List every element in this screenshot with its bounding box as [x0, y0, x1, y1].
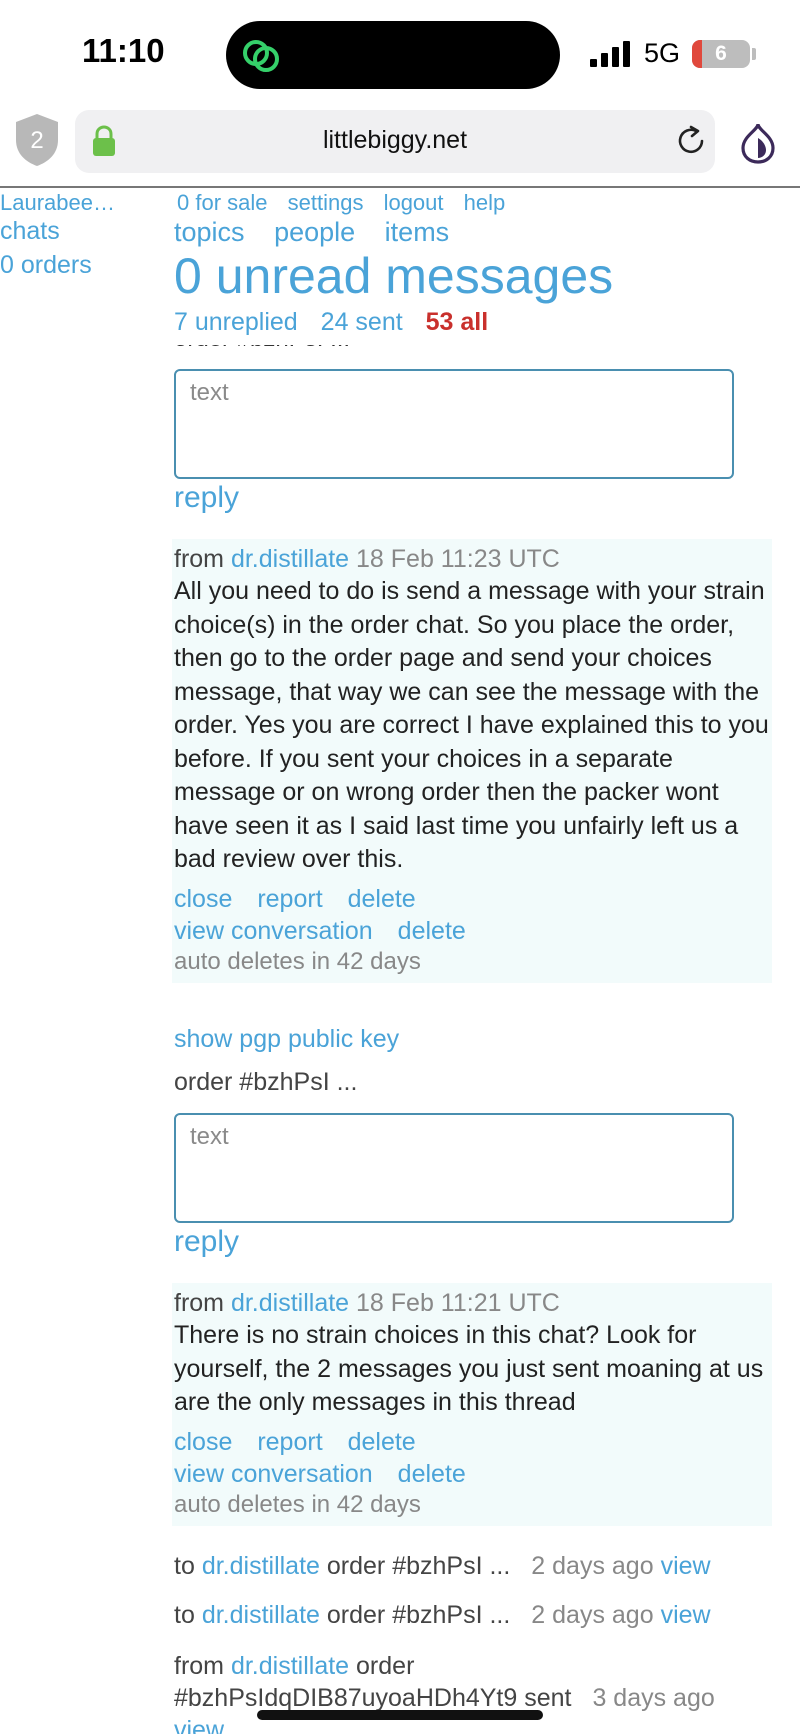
message-date: 18 Feb 11:23 UTC: [356, 545, 560, 573]
view-link[interactable]: view: [661, 1552, 711, 1580]
reload-icon[interactable]: [674, 124, 708, 158]
filter-all[interactable]: 53 all: [426, 308, 489, 336]
message-list[interactable]: order #bzhPsI ... reply from dr.distilla…: [0, 345, 800, 1734]
battery-level: 6: [715, 42, 727, 65]
settings-link[interactable]: settings: [288, 190, 364, 215]
delete-conversation-link[interactable]: delete: [398, 1460, 466, 1488]
onion-icon[interactable]: [739, 120, 777, 164]
list-item: to dr.distillate order #bzhPsI ... 2 day…: [174, 1552, 711, 1581]
message-date: 18 Feb 11:21 UTC: [356, 1289, 560, 1317]
view-conversation-link[interactable]: view conversation: [174, 917, 373, 945]
sender-link[interactable]: dr.distillate: [231, 1652, 349, 1680]
auto-delete-notice: auto deletes in 42 days: [174, 1490, 421, 1518]
logout-link[interactable]: logout: [384, 190, 444, 215]
list-item: to dr.distillate order #bzhPsI ... 2 day…: [174, 1601, 711, 1630]
report-link[interactable]: report: [257, 885, 322, 913]
reply-button[interactable]: reply: [174, 1225, 239, 1259]
order-ref: order #bzhPsI ...: [326, 1552, 511, 1580]
help-link[interactable]: help: [464, 190, 506, 215]
reply-textbox[interactable]: [174, 1113, 734, 1223]
message-actions: close report delete view conversation de…: [174, 1426, 772, 1490]
network-type: 5G: [644, 38, 681, 68]
shield-count: 2: [30, 127, 43, 154]
filter-sent[interactable]: 24 sent: [321, 308, 403, 336]
shield-icon[interactable]: 2: [14, 112, 60, 168]
browser-divider: [0, 186, 800, 188]
order-label: order #bzhPsI ...: [174, 1068, 358, 1096]
delete-link[interactable]: delete: [348, 1428, 416, 1456]
direction-label: from: [174, 1652, 224, 1680]
order-ref: order #bzhPsI ...: [326, 1601, 511, 1629]
main-tabs: topics people items: [174, 217, 471, 248]
reply-button[interactable]: reply: [174, 481, 239, 515]
cellular-signal-icon: [590, 41, 630, 67]
nav-chats[interactable]: chats: [0, 217, 60, 246]
lock-icon: [93, 125, 115, 156]
report-link[interactable]: report: [257, 1428, 322, 1456]
recipient-link[interactable]: dr.distillate: [202, 1552, 320, 1580]
nav-orders[interactable]: 0 orders: [0, 251, 92, 280]
delete-conversation-link[interactable]: delete: [398, 917, 466, 945]
tab-topics[interactable]: topics: [174, 217, 245, 247]
order-word: order: [356, 1652, 415, 1680]
direction-label: to: [174, 1552, 195, 1580]
close-link[interactable]: close: [174, 885, 232, 913]
message-meta: from dr.distillate 18 Feb 11:21 UTC: [174, 1287, 772, 1319]
sent-label: sent: [524, 1684, 572, 1712]
tab-people[interactable]: people: [274, 217, 355, 247]
page-title: 0 unread messages: [174, 248, 614, 304]
message-body: All you need to do is send a message wit…: [174, 577, 769, 873]
time-ago: 2 days ago: [531, 1601, 654, 1629]
reply-textbox[interactable]: [174, 369, 734, 479]
order-id: #bzhPsIdqDIB87uyoaHDh4Yt9: [174, 1684, 518, 1712]
tab-items[interactable]: items: [385, 217, 450, 247]
view-link[interactable]: view: [661, 1601, 711, 1629]
message-card: from dr.distillate 18 Feb 11:21 UTC Ther…: [172, 1283, 772, 1526]
message-meta: from dr.distillate 18 Feb 11:23 UTC: [174, 543, 772, 575]
message-actions: close report delete view conversation de…: [174, 883, 772, 947]
from-label: from: [174, 545, 224, 573]
sender-link[interactable]: dr.distillate: [231, 545, 349, 573]
battery-icon: 6: [692, 40, 750, 68]
order-label: order #bzhPsI ...: [174, 345, 350, 353]
close-link[interactable]: close: [174, 1428, 232, 1456]
from-label: from: [174, 1289, 224, 1317]
filter-unreplied[interactable]: 7 unreplied: [174, 308, 298, 336]
recipient-link[interactable]: dr.distillate: [202, 1601, 320, 1629]
url-text[interactable]: littlebiggy.net: [200, 126, 590, 155]
auto-delete-notice: auto deletes in 42 days: [174, 947, 421, 975]
nav-username[interactable]: Laurabee…: [0, 190, 115, 216]
message-filters: 7 unreplied 24 sent 53 all: [174, 308, 504, 337]
list-item: from dr.distillate order #bzhPsIdqDIB87u…: [174, 1650, 715, 1734]
top-links: 0 for sale settings logout help: [177, 190, 519, 216]
home-indicator: [257, 1710, 543, 1720]
for-sale-link[interactable]: 0 for sale: [177, 190, 268, 215]
view-link[interactable]: view: [174, 1716, 224, 1734]
time-ago: 2 days ago: [531, 1552, 654, 1580]
delete-link[interactable]: delete: [348, 885, 416, 913]
direction-label: to: [174, 1601, 195, 1629]
view-conversation-link[interactable]: view conversation: [174, 1460, 373, 1488]
linked-rings-icon: [243, 40, 279, 72]
status-time: 11:10: [82, 32, 165, 69]
sender-link[interactable]: dr.distillate: [231, 1289, 349, 1317]
battery-nub: [752, 48, 756, 60]
time-ago: 3 days ago: [592, 1684, 715, 1712]
message-card: from dr.distillate 18 Feb 11:23 UTC All …: [172, 539, 772, 983]
message-body: There is no strain choices in this chat?…: [174, 1321, 764, 1416]
show-pgp-key-link[interactable]: show pgp public key: [174, 1025, 399, 1054]
